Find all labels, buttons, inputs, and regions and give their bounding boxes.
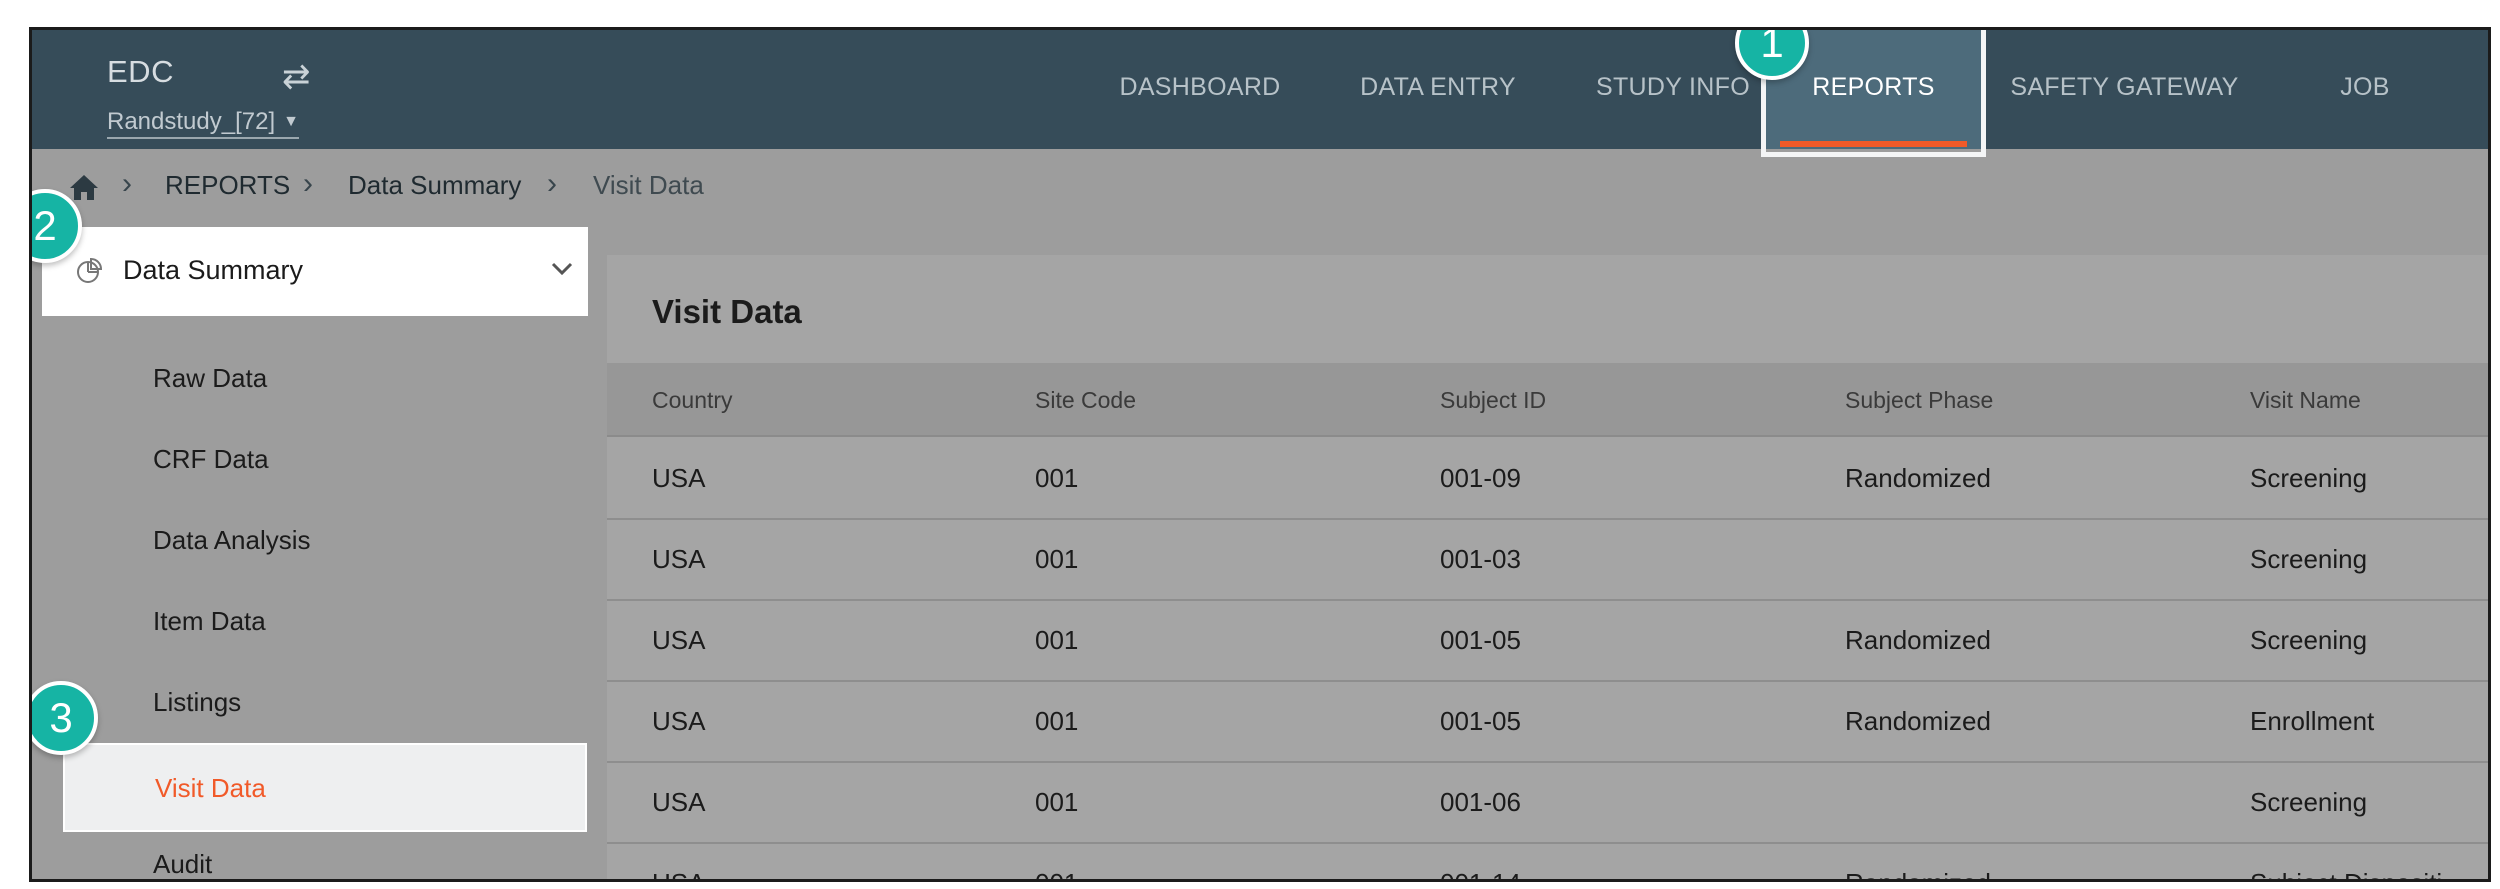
cell-visit-name: Screening	[2250, 625, 2368, 655]
nav-job[interactable]: JOB	[2330, 30, 2400, 149]
sidebar-item-label: Visit Data	[155, 773, 266, 803]
sidebar-group-label: Data Summary	[123, 255, 304, 285]
cell-country: USA	[652, 544, 706, 574]
cell-site-code: 001	[1035, 706, 1079, 736]
breadcrumb-current: Visit Data	[593, 170, 704, 200]
breadcrumb-data-summary[interactable]: Data Summary	[348, 170, 521, 201]
sidebar: Data Summary Raw Data CRF Data Data Anal…	[32, 225, 602, 879]
sidebar-item-data-analysis[interactable]: Data Analysis	[62, 500, 587, 581]
sidebar-item-visit-data[interactable]: Visit Data	[63, 743, 587, 832]
app-window: EDC ⇄ Randstudy_[72] ▼ DASHBOARD DATA ENT…	[29, 27, 2491, 882]
cell-subject-id: 001-05	[1440, 706, 1521, 736]
cell-visit-name: Enrollment	[2250, 706, 2375, 736]
table-row[interactable]: USA 001 001-05 Randomized Enrollment	[607, 682, 2488, 763]
swap-icon[interactable]: ⇄	[282, 57, 311, 97]
cell-visit-name: Subject Dispositi	[2250, 868, 2442, 879]
brand: EDC	[107, 54, 174, 90]
cell-subject-id: 001-09	[1440, 463, 1521, 493]
chevron-right-icon: ›	[122, 167, 132, 200]
column-header-subject-phase[interactable]: Subject Phase	[1845, 387, 1993, 414]
table-row[interactable]: USA 001 001-06 Screening	[607, 763, 2488, 844]
sidebar-item-label: Item Data	[153, 606, 266, 636]
study-selector-label: Randstudy_[72]	[107, 108, 276, 135]
top-nav-bar: EDC ⇄ Randstudy_[72] ▼ DASHBOARD DATA ENT…	[32, 30, 2488, 157]
column-header-visit-name[interactable]: Visit Name	[2250, 387, 2361, 414]
nav-dashboard[interactable]: DASHBOARD	[1110, 30, 1290, 149]
sidebar-item-raw-data[interactable]: Raw Data	[62, 338, 587, 419]
pie-chart-icon	[77, 257, 103, 283]
cell-subject-id: 001-06	[1440, 787, 1521, 817]
cell-site-code: 001	[1035, 787, 1079, 817]
cell-site-code: 001	[1035, 544, 1079, 574]
sidebar-item-crf-data[interactable]: CRF Data	[62, 419, 587, 500]
brand-title: EDC	[107, 54, 174, 89]
cell-subject-id: 001-03	[1440, 544, 1521, 574]
sidebar-item-audit[interactable]: Audit	[62, 824, 587, 879]
sidebar-item-label: CRF Data	[153, 444, 269, 474]
cell-subject-id: 001-14	[1440, 868, 1521, 879]
caret-down-icon: ▼	[283, 113, 299, 130]
table-header: Country Site Code Subject ID Subject Pha…	[607, 363, 2488, 437]
column-header-country[interactable]: Country	[652, 387, 733, 414]
cell-visit-name: Screening	[2250, 544, 2368, 574]
table-row[interactable]: USA 001 001-14 Randomized Subject Dispositi	[607, 844, 2488, 879]
cell-subject-phase: Randomized	[1845, 868, 1991, 879]
breadcrumb: › REPORTS › Data Summary › Visit Data	[32, 149, 2488, 225]
sidebar-item-listings[interactable]: Listings	[62, 662, 587, 743]
sidebar-group-data-summary[interactable]: Data Summary	[42, 227, 588, 316]
chevron-right-icon: ›	[547, 167, 557, 200]
nav-study-info[interactable]: STUDY INFO	[1588, 30, 1758, 149]
chevron-down-icon[interactable]	[550, 261, 574, 277]
cell-subject-phase: Randomized	[1845, 625, 1991, 655]
cell-country: USA	[652, 706, 706, 736]
sidebar-item-item-data[interactable]: Item Data	[62, 581, 587, 662]
page-title: Visit Data	[652, 293, 802, 330]
study-selector[interactable]: Randstudy_[72] ▼	[107, 108, 299, 139]
sidebar-item-label: Data Analysis	[153, 525, 311, 555]
cell-country: USA	[652, 787, 706, 817]
column-header-subject-id[interactable]: Subject ID	[1440, 387, 1546, 414]
cell-site-code: 001	[1035, 625, 1079, 655]
nav-safety-gateway[interactable]: SAFETY GATEWAY	[2002, 30, 2247, 149]
home-icon[interactable]	[68, 173, 100, 201]
sidebar-item-label: Listings	[153, 687, 242, 717]
breadcrumb-reports[interactable]: REPORTS	[165, 170, 290, 201]
table-row[interactable]: USA 001 001-05 Randomized Screening	[607, 601, 2488, 682]
cell-visit-name: Screening	[2250, 463, 2368, 493]
active-tab-indicator	[1780, 141, 1967, 147]
cell-country: USA	[652, 625, 706, 655]
nav-data-entry[interactable]: DATA ENTRY	[1338, 30, 1538, 149]
cell-subject-id: 001-05	[1440, 625, 1521, 655]
sidebar-item-label: Raw Data	[153, 363, 268, 393]
chevron-right-icon: ›	[303, 167, 313, 200]
cell-country: USA	[652, 463, 706, 493]
table-row[interactable]: USA 001 001-09 Randomized Screening	[607, 439, 2488, 520]
cell-visit-name: Screening	[2250, 787, 2368, 817]
cell-country: USA	[652, 868, 705, 879]
cell-site-code: 001	[1035, 868, 1078, 879]
sidebar-item-label: Audit	[153, 849, 213, 879]
cell-site-code: 001	[1035, 463, 1079, 493]
column-header-site-code[interactable]: Site Code	[1035, 387, 1136, 414]
table-row[interactable]: USA 001 001-03 Screening	[607, 520, 2488, 601]
main-panel: Visit Data Country Site Code Subject ID …	[607, 255, 2488, 879]
nav-reports-label: REPORTS	[1812, 73, 1935, 101]
cell-subject-phase: Randomized	[1845, 706, 1991, 736]
cell-subject-phase: Randomized	[1845, 463, 1991, 493]
